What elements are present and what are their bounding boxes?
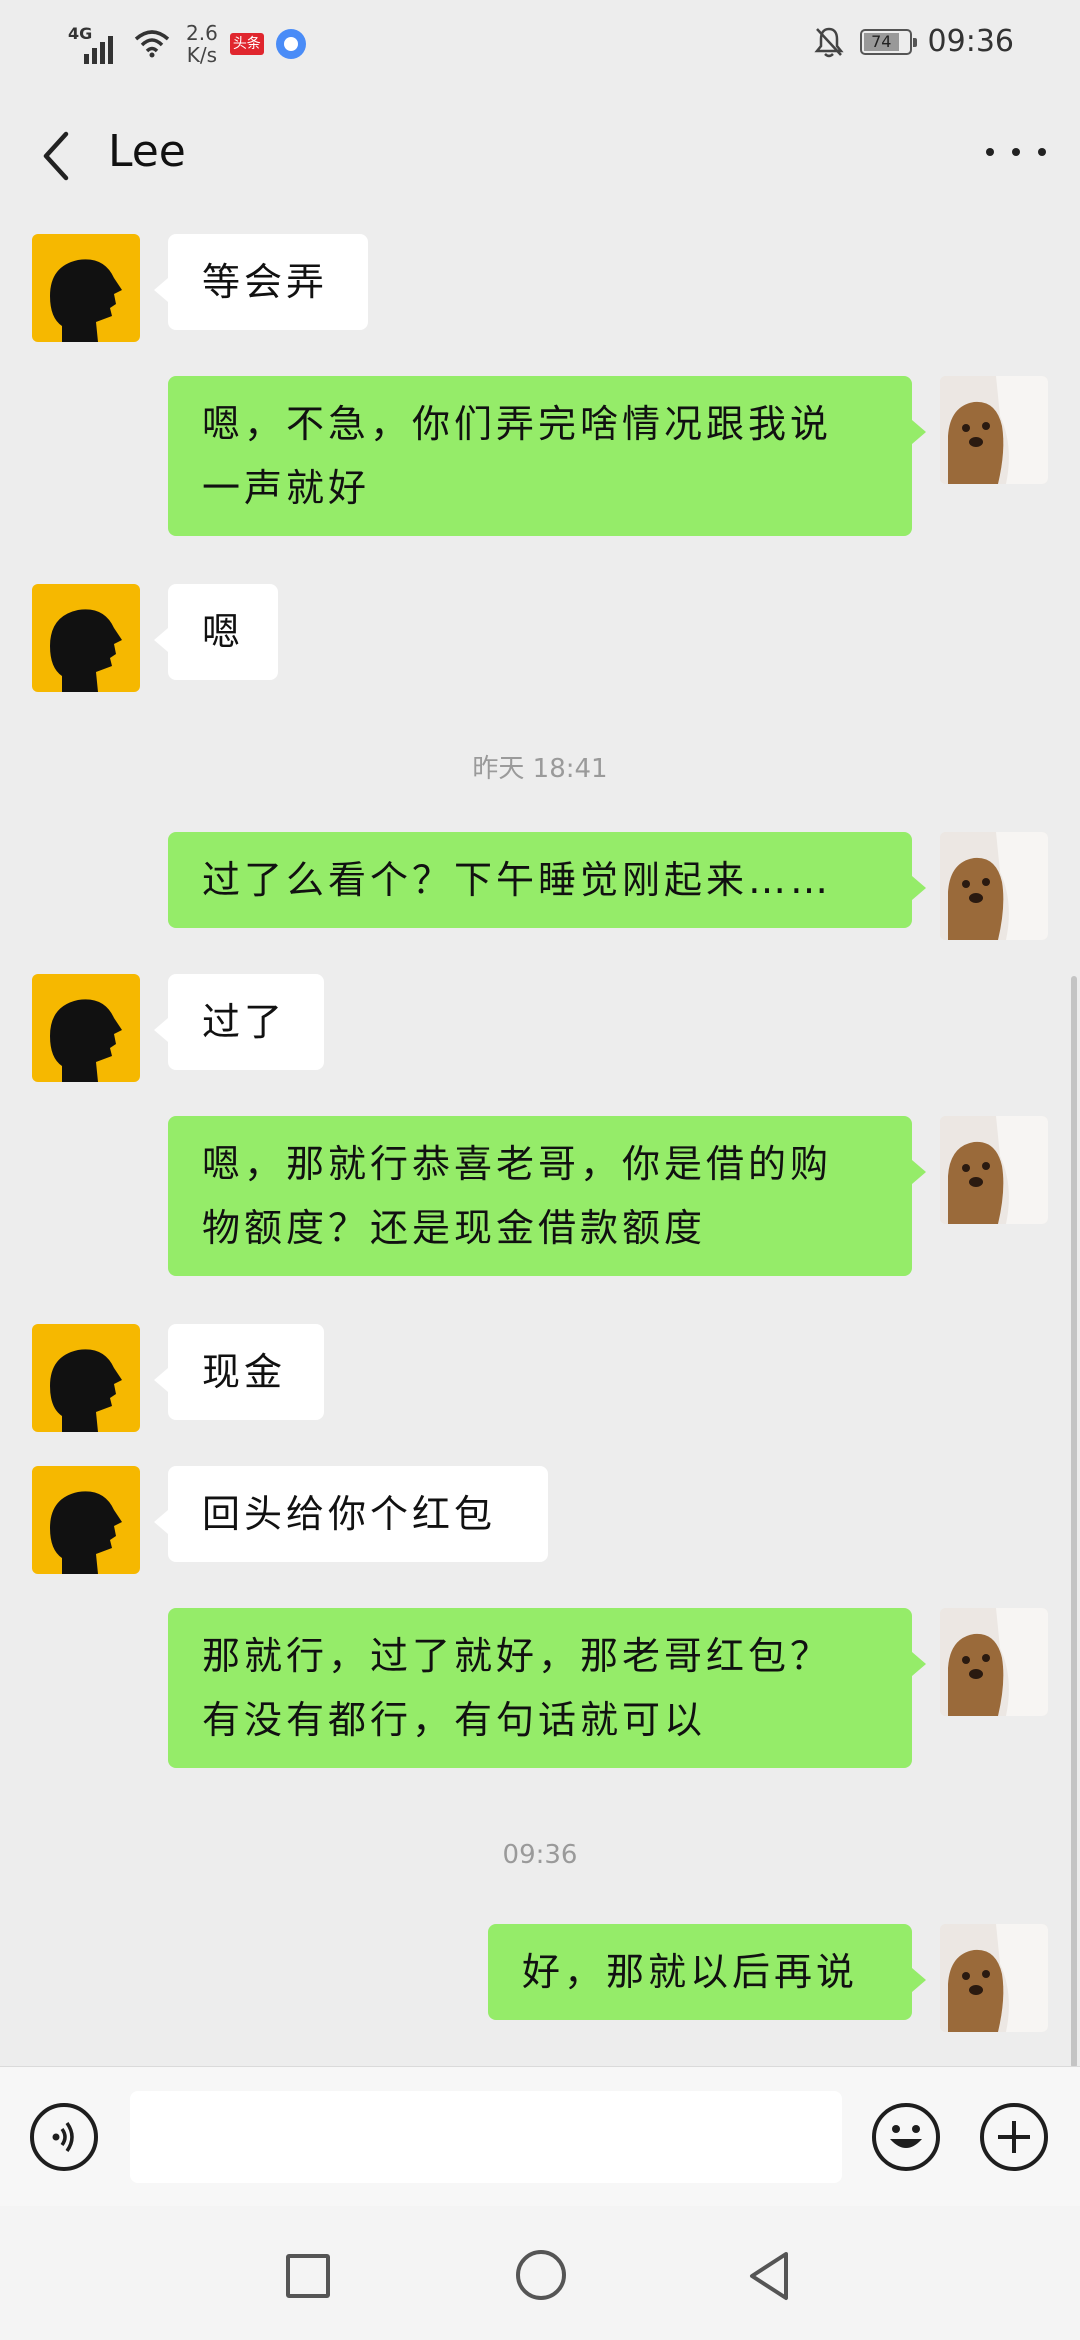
status-bar: 4G 2.6 K/s 头条 74 09:36	[0, 0, 1080, 90]
message-text: 嗯	[202, 610, 245, 654]
chat-title[interactable]: Lee	[108, 126, 186, 177]
message-text-line: 那就行，过了就好，那老哥红包？	[202, 1634, 833, 1678]
chat-header: Lee	[0, 110, 1080, 200]
recent-apps-icon[interactable]	[286, 2254, 330, 2298]
message-text-line: 物额度？还是现金借款额度	[202, 1206, 707, 1250]
peer-avatar[interactable]	[32, 1466, 140, 1574]
app-notification-icon	[275, 29, 306, 59]
self-avatar[interactable]	[940, 832, 1048, 940]
message-bubble-received[interactable]: 现金	[154, 1324, 324, 1420]
message-bubble-sent[interactable]: 那就行，过了就好，那老哥红包？ 有没有都行，有句话就可以	[168, 1608, 926, 1768]
message-text: 现金	[202, 1350, 287, 1394]
message-text: 等会弄	[202, 260, 329, 304]
message-bubble-sent[interactable]: 过了么看个？下午睡觉刚起来……	[168, 832, 926, 928]
message-text-line: 嗯，不急，你们弄完啥情况跟我说	[202, 402, 833, 446]
self-avatar[interactable]	[940, 376, 1048, 484]
home-icon[interactable]	[516, 2250, 566, 2300]
network-speed: 2.6 K/s	[186, 22, 218, 66]
speed-unit: K/s	[186, 43, 218, 67]
message-text: 好，那就以后再说	[522, 1950, 859, 1994]
message-text: 过了	[202, 1000, 287, 1044]
message-bubble-sent[interactable]: 嗯，那就行恭喜老哥，你是借的购 物额度？还是现金借款额度	[168, 1116, 926, 1276]
message-bubble-sent[interactable]: 嗯，不急，你们弄完啥情况跟我说 一声就好	[168, 376, 926, 536]
mute-bell-icon	[813, 27, 844, 57]
self-avatar[interactable]	[940, 1608, 1048, 1716]
battery-icon: 74	[859, 28, 917, 55]
message-bubble-received[interactable]: 嗯	[154, 584, 278, 680]
message-bubble-sent[interactable]: 好，那就以后再说	[488, 1924, 926, 2020]
chat-scrollbar[interactable]	[1071, 976, 1077, 2068]
emoji-icon[interactable]	[872, 2103, 940, 2171]
message-text-line: 一声就好	[202, 466, 371, 510]
peer-avatar[interactable]	[32, 974, 140, 1082]
nav-back-icon[interactable]	[746, 2250, 792, 2302]
input-bar	[0, 2066, 1080, 2207]
back-arrow-icon[interactable]	[36, 128, 86, 184]
signal-icon: 4G	[68, 24, 122, 64]
peer-avatar[interactable]	[32, 584, 140, 692]
message-input[interactable]	[130, 2091, 842, 2183]
battery-level: 74	[863, 32, 900, 51]
status-left: 4G 2.6 K/s 头条	[68, 22, 306, 66]
plus-icon[interactable]	[980, 2103, 1048, 2171]
self-avatar[interactable]	[940, 1116, 1048, 1224]
voice-icon[interactable]	[30, 2103, 98, 2171]
toutiao-app-icon: 头条	[229, 33, 264, 55]
system-nav-bar	[0, 2206, 1080, 2340]
message-bubble-received[interactable]: 等会弄	[154, 234, 368, 330]
self-avatar[interactable]	[940, 1924, 1048, 2032]
wifi-icon	[134, 30, 170, 58]
message-bubble-received[interactable]: 过了	[154, 974, 324, 1070]
message-text: 回头给你个红包	[202, 1492, 497, 1536]
message-text: 过了么看个？下午睡觉刚起来……	[202, 858, 833, 902]
message-timestamp: 昨天 18:41	[472, 754, 608, 784]
more-dots-icon[interactable]	[986, 142, 1046, 162]
message-text-line: 有没有都行，有句话就可以	[202, 1698, 707, 1742]
peer-avatar[interactable]	[32, 234, 140, 342]
network-type: 4G	[68, 24, 93, 43]
message-timestamp: 09:36	[502, 1840, 578, 1870]
message-text-line: 嗯，那就行恭喜老哥，你是借的购	[202, 1142, 833, 1186]
message-bubble-received[interactable]: 回头给你个红包	[154, 1466, 548, 1562]
peer-avatar[interactable]	[32, 1324, 140, 1432]
status-time: 09:36	[927, 24, 1014, 59]
status-right: 74 09:36	[813, 24, 1014, 59]
speed-value: 2.6	[186, 21, 218, 45]
